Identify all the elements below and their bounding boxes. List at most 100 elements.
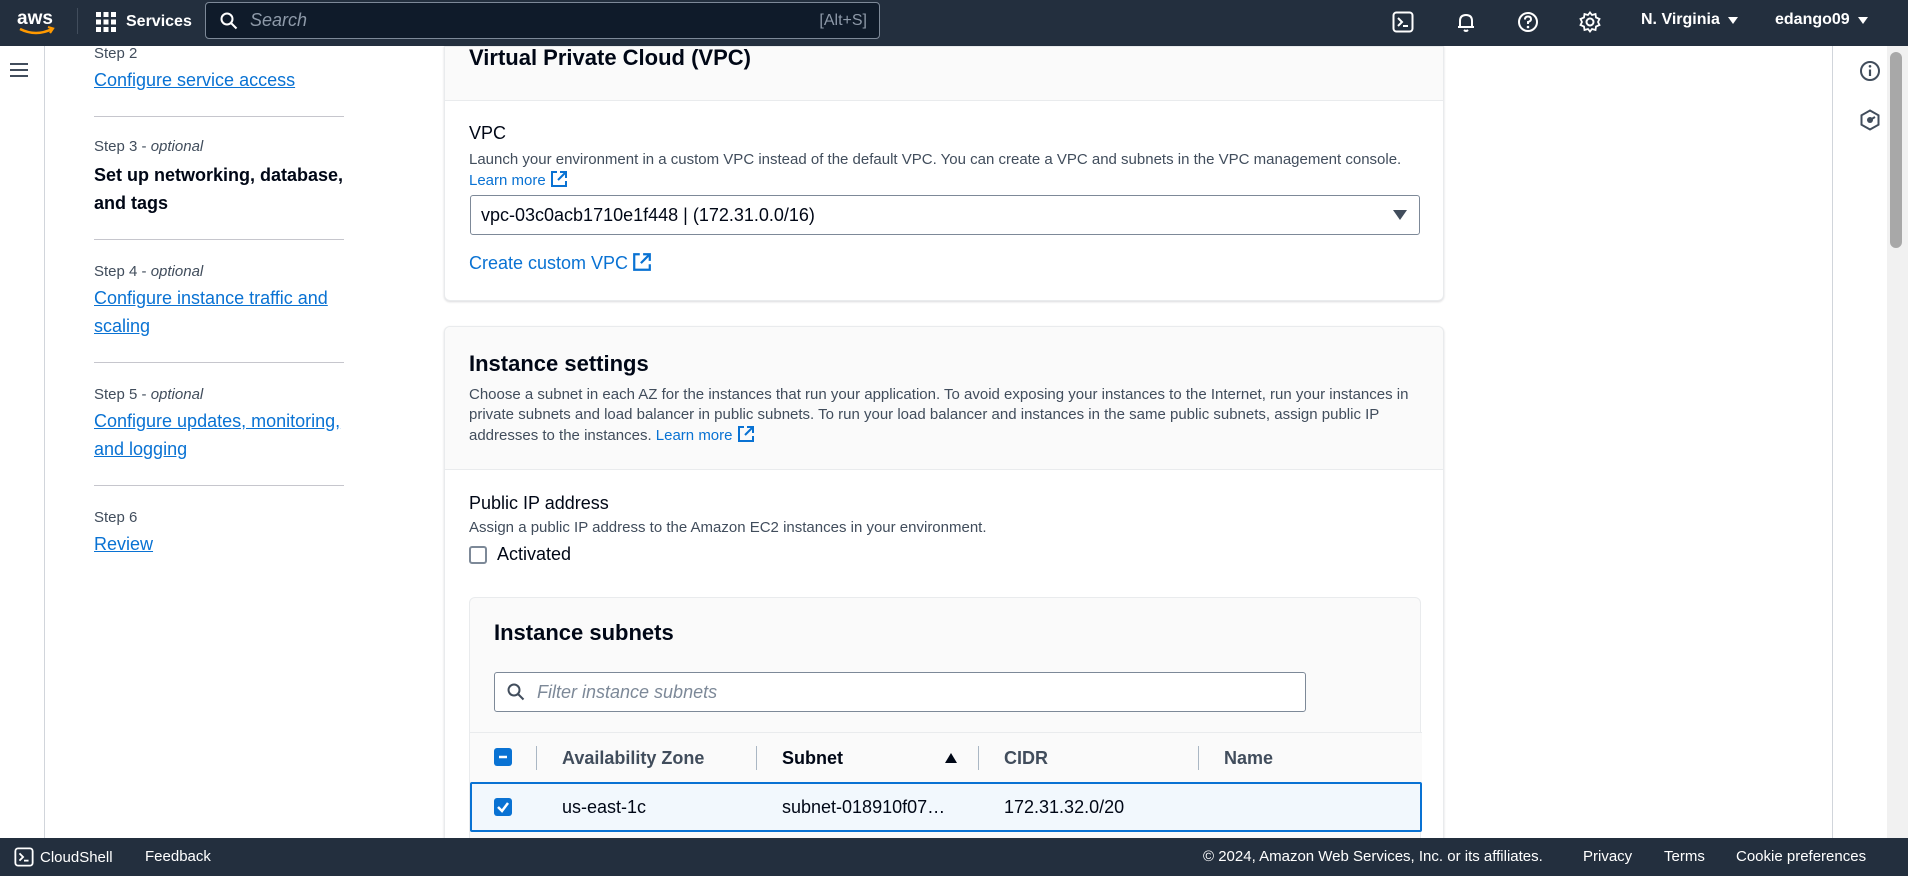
- svg-text:aws: aws: [17, 8, 53, 29]
- step-optional: optional: [150, 263, 204, 280]
- step-optional: optional: [150, 386, 204, 403]
- column-cidr[interactable]: CIDR: [1004, 733, 1048, 783]
- settings-gear-icon[interactable]: [1577, 9, 1603, 35]
- cell-availability-zone: us-east-1c: [562, 796, 647, 817]
- sort-ascending-icon[interactable]: [944, 752, 958, 764]
- table-header: Availability Zone Subnet CIDR Name: [470, 732, 1422, 782]
- public-ip-label: Public IP address: [469, 493, 609, 513]
- indeterminate-icon: [499, 755, 507, 759]
- wizard-steps-navigation: Step 2 Configure service access Step 3 -…: [94, 44, 344, 602]
- create-custom-vpc-text: Create custom VPC: [469, 253, 629, 273]
- activated-label: Activated: [497, 544, 572, 564]
- cloudshell-icon[interactable]: [1390, 9, 1416, 35]
- info-icon[interactable]: [1859, 60, 1881, 82]
- step-number: Step 4 -: [94, 263, 151, 280]
- nav-divider: [77, 8, 78, 34]
- table-row[interactable]: us-east-1c subnet-018910f07… 172.31.32.0…: [470, 782, 1422, 832]
- search-placeholder: Search: [250, 10, 308, 30]
- vpc-select-value: vpc-03c0acb1710e1f448 | (172.31.0.0/16): [481, 204, 815, 225]
- notifications-bell-icon[interactable]: [1453, 9, 1479, 35]
- learn-more-text: Learn more: [469, 172, 546, 189]
- cloudshell-label: CloudShell: [40, 848, 113, 866]
- column-divider[interactable]: [1198, 746, 1199, 770]
- region-selector[interactable]: N. Virginia: [1641, 11, 1738, 29]
- caret-down-icon: [1393, 210, 1407, 220]
- feedback-hexagon-icon[interactable]: [1859, 109, 1881, 131]
- column-divider[interactable]: [756, 746, 757, 770]
- vpc-description: Launch your environment in a custom VPC …: [469, 150, 1429, 191]
- wizard-step-5: Step 5 - optional Configure updates, mon…: [94, 385, 344, 486]
- grid-icon: [96, 12, 116, 32]
- select-all-checkbox[interactable]: [494, 748, 512, 766]
- caret-down-icon: [1857, 16, 1868, 24]
- cookie-preferences-link[interactable]: Cookie preferences: [1736, 848, 1866, 865]
- step-optional: optional: [150, 138, 204, 155]
- scrollbar-thumb[interactable]: [1890, 52, 1902, 248]
- activated-checkbox[interactable]: [469, 545, 487, 564]
- filter-subnets-input[interactable]: Filter instance subnets: [494, 672, 1306, 712]
- step-number: Step 2: [94, 45, 138, 62]
- vpc-header: Virtual Private Cloud (VPC): [445, 45, 1443, 101]
- services-menu-button[interactable]: Services: [96, 9, 192, 35]
- terms-link[interactable]: Terms: [1664, 848, 1705, 865]
- copyright-text: © 2024, Amazon Web Services, Inc. or its…: [1203, 848, 1543, 865]
- instance-subnets-title: Instance subnets: [494, 620, 674, 645]
- column-name[interactable]: Name: [1224, 733, 1273, 783]
- instance-settings-title: Instance settings: [469, 351, 649, 376]
- feedback-link[interactable]: Feedback: [145, 848, 211, 865]
- instance-settings-header: Instance settings Choose a subnet in eac…: [445, 327, 1443, 470]
- step-number: Step 3 -: [94, 138, 151, 155]
- row-checkbox[interactable]: [494, 798, 512, 816]
- account-menu[interactable]: edango09: [1775, 11, 1868, 29]
- wizard-step-2: Step 2 Configure service access: [94, 44, 344, 117]
- vpc-description-text: Launch your environment in a custom VPC …: [469, 151, 1402, 168]
- privacy-link[interactable]: Privacy: [1583, 848, 1632, 865]
- wizard-step-4: Step 4 - optional Configure instance tra…: [94, 262, 344, 363]
- step-link-instance-traffic[interactable]: Configure instance traffic and scaling: [94, 284, 344, 340]
- search-input[interactable]: Search [Alt+S]: [205, 2, 880, 39]
- menu-hamburger-icon[interactable]: [9, 60, 29, 80]
- column-divider: [536, 746, 537, 770]
- create-custom-vpc-link[interactable]: Create custom VPC: [469, 252, 652, 274]
- external-link-icon: [633, 253, 651, 271]
- left-side-rail: [0, 46, 45, 838]
- instance-settings-container: Instance settings Choose a subnet in eac…: [444, 326, 1444, 857]
- external-link-icon: [550, 171, 567, 187]
- cloudshell-icon: [14, 847, 34, 867]
- top-navigation: aws Services Search [Alt+S] N. Virginia …: [0, 0, 1908, 46]
- column-availability-zone[interactable]: Availability Zone: [562, 733, 704, 783]
- account-username: edango09: [1775, 11, 1850, 28]
- external-link-icon: [737, 426, 754, 442]
- column-subnet[interactable]: Subnet: [782, 733, 843, 783]
- step-link-updates-monitoring[interactable]: Configure updates, monitoring, and loggi…: [94, 407, 344, 463]
- footer: CloudShell Feedback © 2024, Amazon Web S…: [0, 838, 1908, 876]
- cloudshell-button[interactable]: CloudShell: [14, 847, 113, 867]
- vpc-title: Virtual Private Cloud (VPC): [469, 45, 751, 70]
- vpc-field-label: VPC: [469, 123, 507, 143]
- step-number: Step 5 -: [94, 386, 151, 403]
- step-link-review[interactable]: Review: [94, 530, 344, 558]
- services-label: Services: [126, 13, 192, 30]
- step-number: Step 6: [94, 509, 138, 526]
- instance-settings-description: Choose a subnet in each AZ for the insta…: [469, 385, 1419, 446]
- column-divider[interactable]: [978, 746, 979, 770]
- instance-settings-description-text: Choose a subnet in each AZ for the insta…: [469, 386, 1409, 444]
- learn-more-text: Learn more: [655, 427, 733, 444]
- instance-settings-learn-more-link[interactable]: Learn more: [655, 426, 755, 444]
- cell-subnet: subnet-018910f07…: [782, 796, 946, 817]
- public-ip-description: Assign a public IP address to the Amazon…: [469, 519, 987, 536]
- vpc-learn-more-link[interactable]: Learn more: [469, 171, 568, 189]
- wizard-step-6: Step 6 Review: [94, 508, 344, 580]
- caret-down-icon: [1727, 16, 1738, 24]
- aws-logo[interactable]: aws: [16, 6, 56, 38]
- step-current-networking: Set up networking, database, and tags: [94, 165, 344, 213]
- activated-checkbox-row[interactable]: Activated: [469, 544, 571, 565]
- wizard-step-3: Step 3 - optional Set up networking, dat…: [94, 137, 344, 240]
- region-label: N. Virginia: [1641, 11, 1720, 28]
- help-icon[interactable]: [1515, 9, 1541, 35]
- vpc-select[interactable]: vpc-03c0acb1710e1f448 | (172.31.0.0/16): [470, 195, 1420, 235]
- step-link-configure-service-access[interactable]: Configure service access: [94, 66, 344, 94]
- checkmark-icon: [497, 802, 509, 813]
- cell-cidr: 172.31.32.0/20: [1004, 796, 1125, 817]
- search-shortcut: [Alt+S]: [819, 11, 867, 29]
